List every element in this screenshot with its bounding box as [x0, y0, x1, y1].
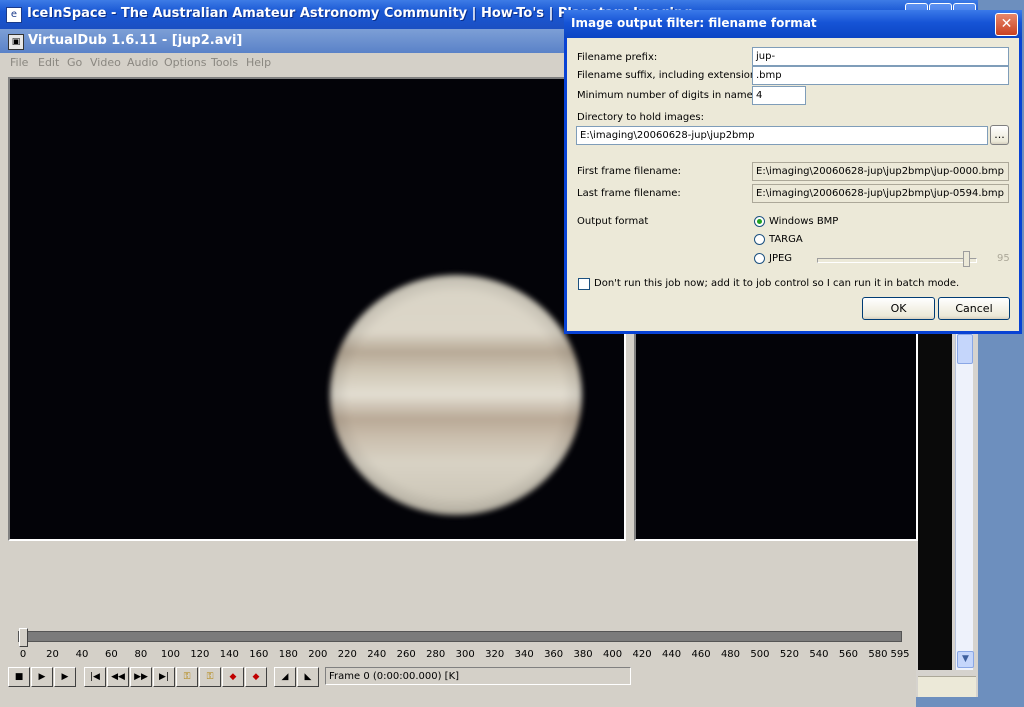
jpeg-label: JPEG [769, 253, 793, 264]
timeline-tick-label: 100 [160, 649, 180, 660]
suffix-label: Filename suffix, including extension: [577, 70, 760, 81]
scroll-down-arrow-icon[interactable]: ▼ [957, 651, 974, 668]
timeline-tick-label: 0 [19, 649, 27, 660]
timeline-tick-label: 40 [75, 649, 89, 660]
frame-status: Frame 0 (0:00:00.000) [K] [325, 667, 631, 685]
batch-mode-checkbox[interactable] [578, 278, 590, 290]
cancel-button[interactable]: Cancel [938, 297, 1010, 320]
prefix-label: Filename prefix: [577, 52, 658, 63]
browser-page-icon: e [6, 7, 22, 23]
timeline-track[interactable] [18, 631, 902, 642]
targa-label: TARGA [769, 234, 803, 245]
jpeg-quality-slider[interactable] [817, 258, 977, 263]
mark-out-button[interactable]: ◣ [297, 667, 319, 687]
timeline-tick-label: 360 [544, 649, 564, 660]
timeline-tick-label: 20 [46, 649, 59, 660]
menu-audio[interactable]: Audio [127, 56, 158, 69]
prev-scene-icon[interactable]: ◆ [222, 667, 244, 687]
radio-windows-bmp[interactable] [754, 216, 765, 227]
timeline-position-thumb[interactable] [19, 628, 28, 647]
windows-bmp-label: Windows BMP [769, 216, 839, 227]
timeline-tick-label: 320 [485, 649, 505, 660]
timeline-tick-label: 160 [249, 649, 269, 660]
timeline-tick-label: 220 [337, 649, 357, 660]
dialog-title: Image output filter: filename format [571, 16, 817, 30]
step-forward-button[interactable]: ▶▶ [130, 667, 152, 687]
browser-page-area [918, 330, 952, 670]
menu-video[interactable]: Video [90, 56, 121, 69]
input-video-pane [8, 77, 626, 541]
mark-in-button[interactable]: ◢ [274, 667, 296, 687]
digits-label: Minimum number of digits in name: [577, 90, 757, 101]
browser-scrollbar[interactable]: ▼ [955, 330, 974, 670]
last-frame-label: Last frame filename: [577, 188, 681, 199]
timeline-tick-label: 200 [308, 649, 328, 660]
timeline-tick-label: 80 [134, 649, 148, 660]
timeline-tick-label: 595 [890, 649, 910, 660]
stop-button[interactable]: ■ [8, 667, 30, 687]
batch-mode-label: Don't run this job now; add it to job co… [594, 278, 960, 289]
menu-edit[interactable]: Edit [38, 56, 59, 69]
timeline-tick-label: 520 [779, 649, 799, 660]
timeline-tick-label: 300 [455, 649, 475, 660]
timeline-tick-label: 460 [691, 649, 711, 660]
dialog-close-button[interactable]: ✕ [995, 13, 1018, 36]
virtualdub-app-icon: ▣ [8, 34, 24, 50]
last-frame-value: E:\imaging\20060628-jup\jup2bmp\jup-0594… [752, 184, 1009, 203]
suffix-input[interactable]: .bmp [752, 66, 1009, 85]
step-back-button[interactable]: ◀◀ [107, 667, 129, 687]
directory-label: Directory to hold images: [577, 112, 704, 123]
jpeg-quality-thumb[interactable] [963, 251, 970, 267]
dialog-title-bar: Image output filter: filename format ✕ [564, 10, 1022, 38]
scrollbar-thumb[interactable] [957, 334, 973, 364]
jpeg-quality-value: 95 [997, 253, 1010, 264]
radio-targa[interactable] [754, 234, 765, 245]
first-frame-label: First frame filename: [577, 166, 682, 177]
radio-jpeg[interactable] [754, 253, 765, 264]
browser-status-bar [918, 676, 976, 697]
timeline-tick-label: 500 [750, 649, 770, 660]
timeline-tick-label: 140 [219, 649, 239, 660]
next-keyframe-key-icon[interactable]: ⚿ [199, 667, 221, 687]
timeline-tick-label: 400 [603, 649, 623, 660]
prefix-input[interactable]: jup- [752, 47, 1009, 66]
first-frame-value: E:\imaging\20060628-jup\jup2bmp\jup-0000… [752, 162, 1009, 181]
next-scene-icon[interactable]: ◆ [245, 667, 267, 687]
virtualdub-title: VirtualDub 1.6.11 - [jup2.avi] [28, 33, 243, 48]
play-input-button[interactable]: ▶ [31, 667, 53, 687]
timeline-tick-label: 120 [190, 649, 210, 660]
directory-input[interactable]: E:\imaging\20060628-jup\jup2bmp [576, 126, 988, 145]
timeline-tick-label: 440 [661, 649, 682, 660]
ok-button[interactable]: OK [862, 297, 935, 320]
browse-button[interactable]: ... [990, 125, 1009, 145]
timeline-tick-label: 260 [396, 649, 416, 660]
menu-file[interactable]: File [10, 56, 28, 69]
timeline-tick-label: 420 [632, 649, 652, 660]
go-to-start-button[interactable]: |◀ [84, 667, 106, 687]
timeline-tick-label: 380 [573, 649, 593, 660]
timeline-tick-labels: 0 20 40 60 80 100 120 140 160 180 200 220 240 260 280 3… [0, 649, 916, 663]
timeline-tick-label: 580 [868, 649, 888, 660]
digits-input[interactable]: 4 [752, 86, 806, 105]
output-format-label: Output format [577, 216, 649, 227]
timeline-tick-label: 560 [838, 649, 858, 660]
menu-help[interactable]: Help [246, 56, 271, 69]
timeline-tick-label: 540 [809, 649, 829, 660]
menu-options[interactable]: Options [164, 56, 206, 69]
jupiter-image [330, 275, 582, 515]
timeline-tick-label: 240 [367, 649, 387, 660]
play-output-button[interactable]: ▶ [54, 667, 76, 687]
timeline-tick-label: 180 [278, 649, 298, 660]
timeline-tick-label: 340 [514, 649, 534, 660]
menu-tools[interactable]: Tools [211, 56, 238, 69]
timeline-tick-label: 60 [105, 649, 118, 660]
prev-keyframe-key-icon[interactable]: ⚿ [176, 667, 198, 687]
menu-go[interactable]: Go [67, 56, 82, 69]
go-to-end-button[interactable]: ▶| [153, 667, 175, 687]
timeline-tick-label: 280 [426, 649, 446, 660]
timeline-tick-label: 480 [720, 649, 741, 660]
